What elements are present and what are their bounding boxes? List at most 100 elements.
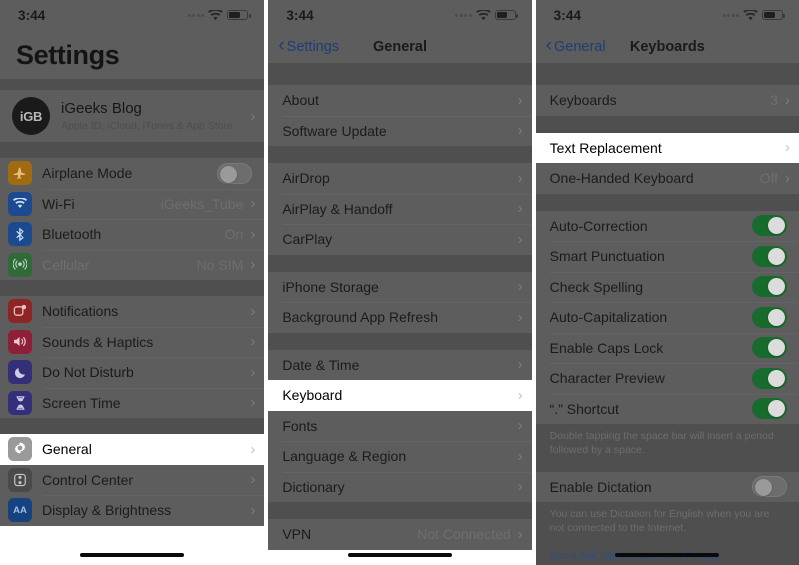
check-spelling-toggle[interactable] [752,276,788,298]
airplane-mode-toggle[interactable] [217,162,253,184]
chevron-right-icon: › [250,225,256,243]
auto-capitalization-toggle[interactable] [752,306,788,328]
status-bar: 3:44 [0,0,265,30]
wifi-icon [743,9,758,21]
list-item-enable-caps-lock[interactable]: Enable Caps Lock [535,332,799,363]
chevron-right-icon: › [250,501,256,519]
back-button[interactable]: ‹ Settings [278,35,339,56]
back-button[interactable]: ‹ General [545,35,606,56]
chevron-right-icon: › [250,471,256,489]
row-label: VPN [282,526,312,543]
list-item-auto-capitalization[interactable]: Auto-Capitalization [535,302,799,333]
sidebar-item-wifi[interactable]: Wi-Fi iGeeks_Tube › [0,188,265,219]
chevron-right-icon: › [785,139,791,157]
row-label: Enable Caps Lock [549,339,664,356]
panel-settings: 3:44 Settings iGB iGeeks Blog Apple ID, … [0,0,265,565]
home-indicator [615,553,720,557]
list-item-language-region[interactable]: Language & Region › [268,441,532,472]
nav-bar: ‹ General Keyboards [535,30,799,63]
sidebar-item-notifications[interactable]: Notifications › [0,296,265,327]
chevron-right-icon: › [517,200,523,218]
sidebar-item-do-not-disturb[interactable]: Do Not Disturb › [0,357,265,388]
list-item-period-shortcut[interactable]: “.” Shortcut [535,393,799,424]
sidebar-item-display-brightness[interactable]: AA Display & Brightness › [0,495,265,526]
general-group-1: About › Software Update › [268,85,532,146]
sidebar-item-bluetooth[interactable]: Bluetooth On › [0,219,265,250]
enable-dictation-toggle[interactable] [752,476,788,498]
status-bar-indicators [722,9,786,21]
chevron-right-icon: › [250,363,256,381]
row-label: Notifications [42,303,119,320]
settings-group-connectivity: Airplane Mode Wi-Fi iGeeks_Tube › Blueto… [0,158,265,280]
chevron-left-icon: ‹ [545,35,552,56]
sidebar-item-screen-time[interactable]: Screen Time › [0,387,265,418]
chevron-right-icon: › [517,91,523,109]
row-value: 3 [770,92,779,109]
hourglass-icon [8,390,32,415]
row-label: Text Replacement [549,139,662,156]
list-item-background-app-refresh[interactable]: Background App Refresh › [268,302,532,333]
enable-caps-lock-toggle[interactable] [752,337,788,359]
status-bar-indicators [455,9,518,21]
sidebar-item-airplane-mode[interactable]: Airplane Mode [0,158,265,189]
list-item-iphone-storage[interactable]: iPhone Storage › [268,271,532,302]
account-row[interactable]: iGB iGeeks Blog Apple ID, iCloud, iTunes… [0,90,265,142]
section-gap [268,146,532,163]
row-label: “.” Shortcut [549,400,619,417]
sidebar-item-sounds-haptics[interactable]: Sounds & Haptics › [0,326,265,357]
list-item-dictionary[interactable]: Dictionary › [268,471,532,502]
row-label: Bluetooth [42,226,102,243]
list-item-keyboard[interactable]: Keyboard › [268,380,532,411]
account-subtitle: Apple ID, iCloud, iTunes & App Store [61,119,233,132]
sidebar-item-control-center[interactable]: Control Center › [0,464,265,495]
section-gap [535,193,799,211]
smart-punctuation-toggle[interactable] [752,245,788,267]
row-label: Keyboards [549,92,617,109]
row-label: Sounds & Haptics [42,333,154,350]
settings-group-system: General › Control Center › AA Display & … [0,434,265,526]
row-value: iGeeks_Tube [160,195,244,212]
section-footer-note: Double tapping the space bar will insert… [535,424,799,466]
sidebar-item-general[interactable]: General › [0,434,265,465]
list-item-vpn[interactable]: VPN Not Connected › [268,519,532,550]
chevron-right-icon: › [250,195,256,213]
row-label: Smart Punctuation [549,248,665,265]
keyboards-group-3: Auto-Correction Smart Punctuation Check … [535,210,799,424]
row-label: Auto-Correction [549,217,648,234]
row-label: Software Update [282,122,387,139]
list-item-one-handed-keyboard[interactable]: One-Handed Keyboard Off › [535,163,799,194]
keyboards-group-1: Keyboards 3 › [535,85,799,116]
list-item-keyboards[interactable]: Keyboards 3 › [535,85,799,116]
section-footer-note: You can use Dictation for English when y… [535,502,799,544]
list-item-airdrop[interactable]: AirDrop › [268,163,532,194]
chevron-left-icon: ‹ [278,35,285,56]
row-label: About [282,92,319,109]
auto-correction-toggle[interactable] [752,215,788,237]
list-item-enable-dictation[interactable]: Enable Dictation [535,471,799,503]
row-value: Off [759,170,779,187]
bluetooth-icon [8,222,32,247]
sidebar-item-cellular[interactable]: Cellular No SIM › [0,249,265,280]
chevron-right-icon: › [250,333,256,351]
list-item-carplay[interactable]: CarPlay › [268,224,532,255]
section-gap [268,254,532,272]
row-label: Dictionary [282,478,345,495]
row-label: Check Spelling [549,278,644,295]
row-label: AirDrop [282,170,330,187]
chevron-right-icon: › [517,525,523,543]
list-item-airplay-handoff[interactable]: AirPlay & Handoff › [268,193,532,224]
gear-icon [8,437,32,462]
period-shortcut-toggle[interactable] [752,398,788,420]
list-item-date-time[interactable]: Date & Time › [268,349,532,380]
list-item-auto-correction[interactable]: Auto-Correction [535,210,799,241]
section-gap [535,63,799,85]
chevron-right-icon: › [250,394,256,412]
list-item-smart-punctuation[interactable]: Smart Punctuation [535,241,799,272]
list-item-fonts[interactable]: Fonts › [268,410,532,441]
list-item-text-replacement[interactable]: Text Replacement › [535,132,799,163]
list-item-software-update[interactable]: Software Update › [268,115,532,146]
list-item-check-spelling[interactable]: Check Spelling [535,271,799,302]
character-preview-toggle[interactable] [752,367,788,389]
list-item-about[interactable]: About › [268,85,532,116]
list-item-character-preview[interactable]: Character Preview [535,363,799,394]
